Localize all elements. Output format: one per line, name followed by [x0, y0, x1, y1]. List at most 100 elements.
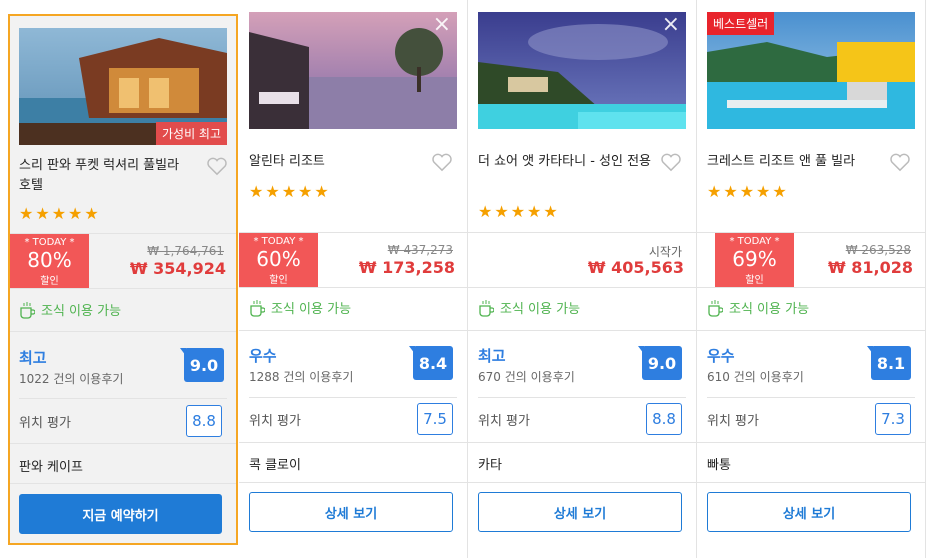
today-label: * TODAY * [729, 236, 780, 247]
review-score: 8.1 [867, 346, 911, 380]
location-rating-label: 위치 평가 [478, 414, 530, 429]
original-price: ₩ 1,764,761 [147, 244, 224, 258]
divider [697, 482, 925, 483]
review-score: 9.0 [180, 348, 224, 382]
today-discount-badge: * TODAY * 80% 할인 [10, 234, 89, 288]
divider [468, 482, 696, 483]
hotel-photo[interactable]: × [249, 12, 457, 129]
divider [478, 397, 686, 398]
view-details-button[interactable]: 상세 보기 [707, 492, 911, 532]
view-details-button[interactable]: 상세 보기 [478, 492, 682, 532]
sale-price: ₩ 81,028 [828, 258, 913, 277]
hotel-name[interactable]: 크레스트 리조트 앤 풀 빌라 [707, 152, 883, 172]
hotel-name[interactable]: 더 쇼어 앳 카타타니 - 성인 전용 [478, 152, 654, 172]
location-score: 7.5 [417, 403, 453, 435]
divider [10, 483, 236, 484]
hotel-card-2[interactable]: × 알린타 리조트 ★★★★★ * TODAY * 60% 할인 ₩ 437,2… [239, 0, 468, 558]
bestseller-badge: 베스트셀러 [707, 12, 775, 35]
today-discount-badge: * TODAY * 69% 할인 [715, 233, 794, 287]
review-count[interactable]: 610 건의 이용후기 [707, 368, 804, 385]
close-icon[interactable]: × [433, 14, 451, 36]
review-grade: 최고 [478, 347, 506, 365]
breakfast-info: 조식 이용 가능 [249, 298, 351, 317]
review-count[interactable]: 1288 건의 이용후기 [249, 368, 353, 385]
discount-label: 할인 [40, 276, 59, 287]
coffee-cup-icon [479, 299, 494, 317]
review-count[interactable]: 670 건의 이용후기 [478, 368, 575, 385]
location-score: 7.3 [875, 403, 911, 435]
today-label: * TODAY * [24, 237, 75, 248]
review-grade: 우수 [707, 347, 735, 365]
breakfast-label: 조식 이용 가능 [500, 302, 581, 317]
location-rating-label: 위치 평가 [19, 416, 71, 431]
hotel-card-4[interactable]: 베스트셀러 크레스트 리조트 앤 풀 빌라 ★★★★★ * TODAY * 69… [697, 0, 926, 558]
divider [697, 330, 925, 331]
sale-price: ₩ 354,924 [129, 259, 226, 278]
breakfast-label: 조식 이용 가능 [41, 304, 122, 319]
review-count[interactable]: 1022 건의 이용후기 [19, 370, 123, 387]
today-label: * TODAY * [253, 236, 304, 247]
hotel-card-3[interactable]: × 더 쇼어 앳 카타타니 - 성인 전용 ★★★★★ 시작가 ₩ 405,56… [468, 0, 697, 558]
discount-percent: 60% [256, 247, 301, 271]
heart-icon[interactable] [206, 156, 228, 176]
heart-icon[interactable] [431, 152, 453, 172]
divider [697, 287, 925, 288]
discount-percent: 69% [732, 247, 777, 271]
breakfast-info: 조식 이용 가능 [707, 298, 809, 317]
divider [697, 442, 925, 443]
hotel-area[interactable]: 콕 클로이 [249, 454, 301, 473]
divider [249, 397, 457, 398]
breakfast-info: 조식 이용 가능 [478, 298, 580, 317]
sale-price: ₩ 173,258 [358, 258, 455, 277]
hotel-photo[interactable]: 가성비 최고 [19, 28, 227, 145]
hotel-area[interactable]: 판와 케이프 [19, 456, 83, 475]
value-badge: 가성비 최고 [155, 122, 227, 145]
divider [10, 288, 236, 289]
review-grade: 우수 [249, 347, 277, 365]
review-score: 9.0 [638, 346, 682, 380]
location-score: 8.8 [646, 403, 682, 435]
divider [239, 482, 467, 483]
close-icon[interactable]: × [662, 14, 680, 36]
review-score: 8.4 [409, 346, 453, 380]
star-rating: ★★★★★ [707, 182, 789, 201]
star-rating: ★★★★★ [478, 202, 560, 221]
breakfast-label: 조식 이용 가능 [729, 302, 810, 317]
sale-price: ₩ 405,563 [587, 258, 684, 277]
today-discount-badge: * TODAY * 60% 할인 [239, 233, 318, 287]
divider [239, 442, 467, 443]
discount-label: 할인 [745, 275, 764, 286]
hotel-name[interactable]: 알린타 리조트 [249, 152, 425, 172]
heart-icon[interactable] [660, 152, 682, 172]
hotel-area[interactable]: 카타 [478, 454, 502, 473]
divider [19, 398, 227, 399]
location-rating-label: 위치 평가 [707, 414, 759, 429]
discount-label: 할인 [269, 275, 288, 286]
discount-percent: 80% [27, 248, 72, 272]
hotel-card-1[interactable]: 가성비 최고 스리 판와 푸켓 럭셔리 풀빌라 호텔 ★★★★★ * TODAY… [8, 14, 238, 545]
heart-icon[interactable] [889, 152, 911, 172]
divider [468, 232, 696, 233]
original-price: ₩ 437,273 [387, 243, 453, 257]
hotel-photo[interactable]: 베스트셀러 [707, 12, 915, 129]
star-rating: ★★★★★ [19, 204, 101, 223]
hotel-photo[interactable]: × [478, 12, 686, 129]
divider [239, 330, 467, 331]
coffee-cup-icon [20, 301, 35, 319]
divider [239, 287, 467, 288]
coffee-cup-icon [708, 299, 723, 317]
original-price: ₩ 263,528 [845, 243, 911, 257]
star-rating: ★★★★★ [249, 182, 331, 201]
breakfast-info: 조식 이용 가능 [19, 300, 121, 319]
hotel-area[interactable]: 빠통 [707, 454, 731, 473]
view-details-button[interactable]: 상세 보기 [249, 492, 453, 532]
divider [468, 330, 696, 331]
hotel-name[interactable]: 스리 판와 푸켓 럭셔리 풀빌라 호텔 [19, 156, 195, 196]
divider [10, 331, 236, 332]
breakfast-label: 조식 이용 가능 [271, 302, 352, 317]
review-grade: 최고 [19, 349, 47, 367]
book-now-button[interactable]: 지금 예약하기 [19, 494, 222, 534]
location-score: 8.8 [186, 405, 222, 437]
divider [10, 443, 236, 444]
coffee-cup-icon [250, 299, 265, 317]
